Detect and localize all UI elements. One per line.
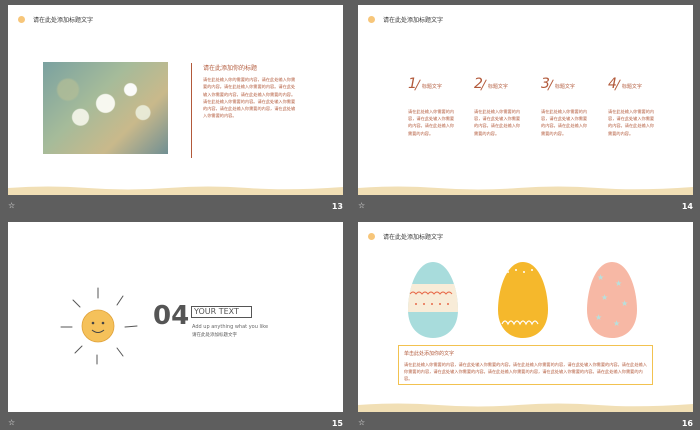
column-title: 标题文字	[487, 84, 508, 90]
your-text-box[interactable]: YOUR TEXT	[191, 306, 252, 318]
slide-header-title: 请在此处添加标题文字	[383, 234, 444, 241]
slide-13-meta: ☆ 13	[8, 199, 343, 213]
svg-text:★: ★	[615, 279, 622, 288]
star-icon[interactable]: ☆	[358, 202, 365, 210]
wave-decoration	[358, 186, 693, 195]
svg-text:★: ★	[601, 293, 608, 302]
header-dot-icon	[18, 16, 25, 23]
slide-number: 14	[681, 201, 693, 211]
slide-13-thumbnail[interactable]: 请在此处添加标题文字 请在此添加你的标题 请在此处输入你的需要的内容，请在此处输…	[8, 5, 343, 195]
divider-line	[191, 63, 192, 158]
svg-text:★: ★	[595, 313, 602, 322]
column-title: 标题文字	[554, 84, 575, 90]
blue-easter-egg-icon	[408, 262, 458, 338]
star-icon[interactable]: ☆	[8, 202, 15, 210]
slide-14-thumbnail[interactable]: 请在此处添加标题文字 1 标题文字 请在此处输入你需要的内容，请在此处输入你需要…	[358, 5, 693, 195]
header-dot-icon	[368, 233, 375, 240]
yellow-easter-egg-icon	[498, 262, 548, 338]
wave-decoration	[358, 403, 693, 412]
svg-text:★: ★	[613, 319, 620, 328]
slide-header-title: 请在此处添加标题文字	[383, 17, 444, 24]
header-dot-icon	[368, 16, 375, 23]
star-icon[interactable]: ☆	[8, 419, 15, 427]
cherry-blossom-photo	[43, 62, 168, 154]
column-body: 请在此处输入你需要的内容，请在此处输入你需要的内容。请在此处输入你需要的内容。	[474, 109, 521, 136]
text-box: 单击此处添加你的文字 请在此处输入你需要的内容，请在此处输入你需要的内容。请在此…	[398, 345, 653, 385]
column-4: 4 标题文字 请在此处输入你需要的内容，请在此处输入你需要的内容。请在此处输入你…	[608, 77, 658, 137]
slide-14-meta: ☆ 14	[358, 199, 693, 213]
section-subtitle: Add up anything what you like	[192, 324, 269, 330]
slide-number: 13	[331, 201, 343, 211]
column-title: 标题文字	[421, 84, 442, 90]
svg-text:★: ★	[621, 299, 628, 308]
slide-header: 请在此处添加标题文字	[18, 15, 93, 24]
content-title: 请在此添加你的标题	[203, 65, 258, 72]
slide-header-title: 请在此处添加标题文字	[33, 17, 94, 24]
text-box-body: 请在此处输入你需要的内容，请在此处输入你需要的内容。请在此处输入你需要的内容，请…	[404, 362, 647, 381]
column-body: 请在此处输入你需要的内容，请在此处输入你需要的内容。请在此处输入你需要的内容。	[541, 109, 588, 136]
star-icon[interactable]: ☆	[358, 419, 365, 427]
slide-number: 15	[331, 418, 343, 428]
column-2: 2 标题文字 请在此处输入你需要的内容，请在此处输入你需要的内容。请在此处输入你…	[474, 77, 524, 137]
section-number: 04	[153, 301, 190, 331]
pink-easter-egg-icon: ★ ★ ★ ★ ★ ★	[587, 262, 637, 338]
column-body: 请在此处输入你需要的内容，请在此处输入你需要的内容。请在此处输入你需要的内容。	[408, 109, 455, 136]
svg-text:★: ★	[597, 273, 604, 282]
slide-number: 16	[681, 418, 693, 428]
slide-15-thumbnail[interactable]: 04 YOUR TEXT Add up anything what you li…	[8, 222, 343, 412]
column-title: 标题文字	[621, 84, 642, 90]
slide-16-thumbnail[interactable]: 请在此处添加标题文字 ★ ★ ★ ★ ★ ★ 单击此处添加你的文字 请在此处输入…	[358, 222, 693, 412]
wave-decoration	[8, 186, 343, 195]
slide-header: 请在此处添加标题文字	[368, 15, 443, 24]
column-3: 3 标题文字 请在此处输入你需要的内容，请在此处输入你需要的内容。请在此处输入你…	[541, 77, 591, 137]
sun-icon	[60, 287, 138, 365]
text-box-title: 单击此处添加你的文字	[404, 351, 455, 357]
column-body: 请在此处输入你需要的内容，请在此处输入你需要的内容。请在此处输入你需要的内容。	[608, 109, 655, 136]
content-body: 请在此处输入你的需要的内容，请在此处输入你需要的内容。请在此处输入你需要的内容。…	[203, 77, 296, 119]
column-1: 1 标题文字 请在此处输入你需要的内容，请在此处输入你需要的内容。请在此处输入你…	[408, 77, 458, 137]
slide-header: 请在此处添加标题文字	[368, 232, 443, 241]
section-subtitle-cn: 请在此处添加标题文字	[192, 333, 237, 338]
